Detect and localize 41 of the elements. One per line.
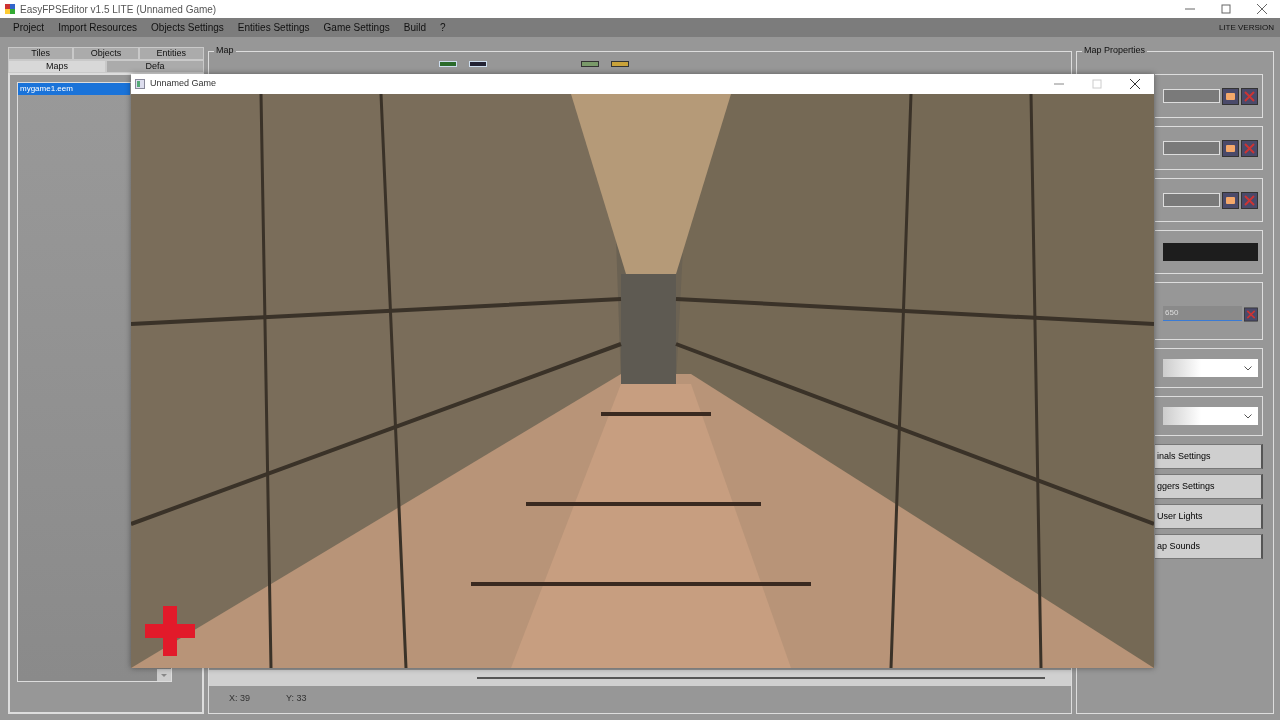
list-item[interactable]: mygame1.eem — [18, 83, 130, 95]
menu-item[interactable]: Project — [6, 20, 52, 35]
settings-button[interactable]: User Lights — [1155, 504, 1263, 529]
edition-label: LITE VERSION — [1218, 21, 1274, 34]
browse-button[interactable] — [1222, 87, 1239, 105]
clear-button[interactable] — [1244, 305, 1258, 323]
window-title: EasyFPSEditor v1.5 LITE (Unnamed Game) — [20, 2, 217, 17]
tab[interactable]: Tiles — [8, 47, 74, 60]
settings-button[interactable]: inals Settings — [1155, 444, 1263, 469]
menu-item[interactable]: Game Settings — [316, 20, 397, 35]
tab[interactable]: Defa — [106, 60, 204, 73]
coordinate-label: Y: 33 — [286, 691, 307, 705]
settings-button[interactable]: ggers Settings — [1155, 474, 1263, 499]
file-field[interactable] — [1163, 89, 1220, 103]
menu-item[interactable]: Entities Settings — [230, 20, 317, 35]
menu-item[interactable]: Build — [396, 20, 433, 35]
menu-item[interactable]: Import Resources — [51, 20, 145, 35]
group-title: Map Properties — [1082, 44, 1148, 58]
toolbar-icon[interactable] — [611, 61, 629, 67]
chevron-icon — [1244, 413, 1252, 419]
scrollbar[interactable] — [209, 669, 1071, 686]
browse-button[interactable] — [1222, 191, 1239, 209]
window-title: Unnamed Game — [150, 77, 217, 91]
coordinate-label: X: 39 — [229, 691, 250, 705]
app-icon — [135, 79, 145, 89]
menu-item[interactable]: Objects Settings — [144, 20, 231, 35]
group-title: Map — [214, 44, 236, 58]
settings-button[interactable]: ap Sounds — [1155, 534, 1263, 559]
tab[interactable]: Entities — [138, 47, 204, 60]
menu-item[interactable]: ? — [433, 20, 453, 35]
clear-button[interactable] — [1241, 87, 1258, 105]
tab[interactable]: Maps — [8, 60, 106, 73]
chevron-icon — [1244, 365, 1252, 371]
file-field[interactable] — [1163, 193, 1220, 207]
browse-button[interactable] — [1222, 139, 1239, 157]
clear-button[interactable] — [1241, 191, 1258, 209]
color-swatch[interactable] — [1163, 243, 1258, 261]
tab[interactable]: Objects — [73, 47, 139, 60]
file-field[interactable] — [1163, 141, 1220, 155]
clear-button[interactable] — [1241, 139, 1258, 157]
app-icon — [4, 3, 16, 15]
